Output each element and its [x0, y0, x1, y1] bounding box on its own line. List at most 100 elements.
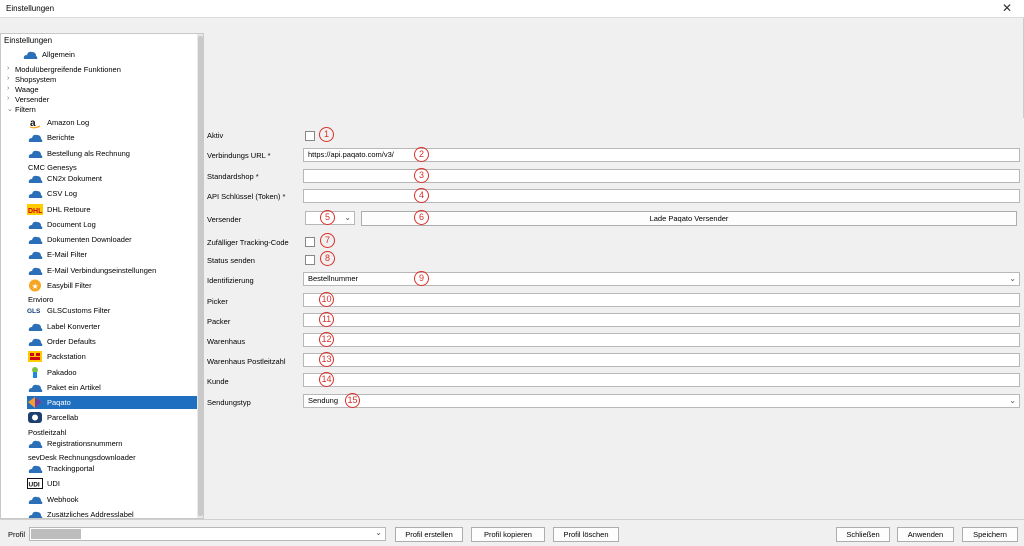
expander-icon[interactable]: ›	[7, 85, 9, 92]
tree-item-label: CN2x Dokument	[47, 173, 103, 183]
tree-item[interactable]: E-Mail Filter	[27, 248, 197, 261]
cloud-icon	[28, 511, 43, 518]
expander-icon[interactable]: ›	[7, 75, 9, 82]
profil-kopieren-button[interactable]: Profil kopieren	[471, 527, 545, 542]
marker-13: 13	[319, 352, 334, 367]
tree-scrollbar[interactable]	[197, 34, 203, 518]
tree-item-label: Packstation	[47, 352, 86, 362]
tree-item[interactable]: UDI UDI	[27, 477, 197, 490]
marker-8: 8	[320, 251, 335, 266]
gls-icon: GLS	[27, 308, 41, 315]
parcellab-icon	[28, 412, 42, 424]
anwenden-button[interactable]: Anwenden	[897, 527, 954, 542]
tree-item[interactable]: Dokumenten Downloader	[27, 233, 197, 246]
profil-select[interactable]: ⌄	[29, 527, 386, 541]
tree-item[interactable]: Berichte	[27, 131, 197, 144]
cloud-icon	[28, 175, 43, 183]
warenhaus-plz-input[interactable]	[303, 353, 1020, 367]
tree-item-label: Easybill Filter	[47, 281, 92, 290]
cloud-icon	[28, 465, 43, 473]
schliessen-button[interactable]: Schließen	[836, 527, 890, 542]
kunde-input[interactable]	[303, 373, 1020, 387]
tree-item[interactable]: ★ Easybill Filter	[27, 279, 197, 292]
tree-item[interactable]: Parcellab	[27, 411, 197, 424]
marker-4: 4	[414, 188, 429, 203]
packer-input[interactable]	[303, 313, 1020, 327]
marker-14: 14	[319, 372, 334, 387]
verbindungs-url-input[interactable]: https://api.paqato.com/v3/	[303, 148, 1020, 162]
kunde-label: Kunde	[207, 377, 229, 386]
marker-6: 6	[414, 210, 429, 225]
tree-item[interactable]: Bestellung als Rechnung	[27, 147, 197, 160]
tree-item-label: Webhook	[47, 494, 79, 504]
expander-icon[interactable]: ›	[7, 65, 9, 72]
bottom-bar: Profil ⌄ Profil erstellen Profil kopiere…	[0, 519, 1024, 546]
expander-icon[interactable]: ›	[7, 95, 9, 102]
cloud-icon	[28, 150, 43, 158]
standardshop-label: Standardshop *	[207, 172, 259, 181]
tree-item[interactable]: Zusätzliches Addresslabel	[27, 508, 197, 519]
sendungstyp-label: Sendungstyp	[207, 398, 251, 407]
standardshop-input[interactable]	[303, 169, 1020, 183]
tree-item-label: Amazon Log	[47, 118, 90, 127]
lade-paqato-versender-button[interactable]: Lade Paqato Versender	[361, 211, 1017, 226]
tree-group[interactable]: Modulübergreifende Funktionen	[15, 65, 121, 75]
tree-item[interactable]: CN2x Dokument	[27, 172, 197, 185]
tree-scroll-thumb[interactable]	[198, 36, 203, 516]
tree-item[interactable]: CSV Log	[27, 187, 197, 200]
identifizierung-select[interactable]: Bestellnummer ⌄	[303, 272, 1020, 286]
tree-item[interactable]: Label Konverter	[27, 320, 197, 333]
tree-item[interactable]: Paket ein Artikel	[27, 381, 197, 394]
tree-item[interactable]: Pakadoo	[27, 366, 197, 379]
tree-item[interactable]: E-Mail Verbindungseinstellungen	[27, 264, 197, 277]
picker-input[interactable]	[303, 293, 1020, 307]
tracking-checkbox[interactable]	[305, 237, 315, 247]
tree-item[interactable]: DHL DHL Retoure	[27, 203, 197, 216]
svg-text:UDI: UDI	[29, 482, 40, 489]
sendungstyp-select[interactable]: Sendung ⌄	[303, 394, 1020, 408]
chevron-down-icon: ⌄	[1009, 396, 1016, 405]
tree-item[interactable]: Document Log	[27, 218, 197, 231]
packer-label: Packer	[207, 317, 231, 326]
svg-text:GLS: GLS	[27, 308, 41, 315]
tree-root[interactable]: Einstellungen	[4, 36, 52, 45]
tree-group[interactable]: Shopsystem	[15, 75, 56, 85]
speichern-button[interactable]: Speichern	[962, 527, 1018, 542]
window-title: Einstellungen	[6, 4, 55, 13]
tree-item[interactable]: Trackingportal	[27, 462, 197, 475]
title-bar: Einstellungen ✕	[0, 0, 1024, 18]
expander-icon[interactable]: ⌄	[7, 105, 13, 113]
tree-item[interactable]: GLS GLSCustoms Filter	[27, 304, 197, 317]
tracking-label: Zufälliger Tracking-Code	[207, 238, 289, 247]
svg-text:DHL: DHL	[28, 208, 43, 215]
tree-item-label: Label Konverter	[47, 321, 100, 331]
warenhaus-input[interactable]	[303, 333, 1020, 347]
marker-15: 15	[345, 393, 360, 408]
chevron-down-icon: ⌄	[1009, 274, 1016, 283]
tree-group[interactable]: Versender	[15, 95, 49, 105]
tree-item[interactable]: Paqato	[27, 396, 197, 410]
close-icon[interactable]: ✕	[1002, 1, 1012, 15]
tree-group[interactable]: Waage	[15, 85, 39, 95]
tree-item-label: Dokumenten Downloader	[47, 235, 132, 245]
tree-item-label: Document Log	[47, 219, 96, 229]
tree-item[interactable]: Order Defaults	[27, 335, 197, 348]
aktiv-checkbox[interactable]	[305, 131, 315, 141]
tree-item-label: Zusätzliches Addresslabel	[47, 509, 134, 519]
tree-item-label: Trackingportal	[47, 464, 95, 473]
tree-item-label: Pakadoo	[47, 367, 77, 377]
profil-value-redacted	[31, 529, 81, 539]
tree-item[interactable]: Webhook	[27, 493, 197, 506]
tree-item[interactable]: a Amazon Log	[27, 116, 197, 129]
tree-item-allgemein[interactable]: Allgemein	[22, 48, 192, 61]
tree-group[interactable]: Filtern	[15, 105, 36, 115]
marker-2: 2	[414, 147, 429, 162]
profil-loeschen-button[interactable]: Profil löschen	[553, 527, 619, 542]
tree-item[interactable]: Packstation	[27, 350, 197, 363]
tree-item-label: Paqato	[47, 398, 71, 408]
profil-erstellen-button[interactable]: Profil erstellen	[395, 527, 463, 542]
tree-item[interactable]: Registrationsnummern	[27, 437, 197, 450]
status-senden-checkbox[interactable]	[305, 255, 315, 265]
api-key-input[interactable]	[303, 189, 1020, 203]
cloud-icon	[28, 267, 43, 275]
